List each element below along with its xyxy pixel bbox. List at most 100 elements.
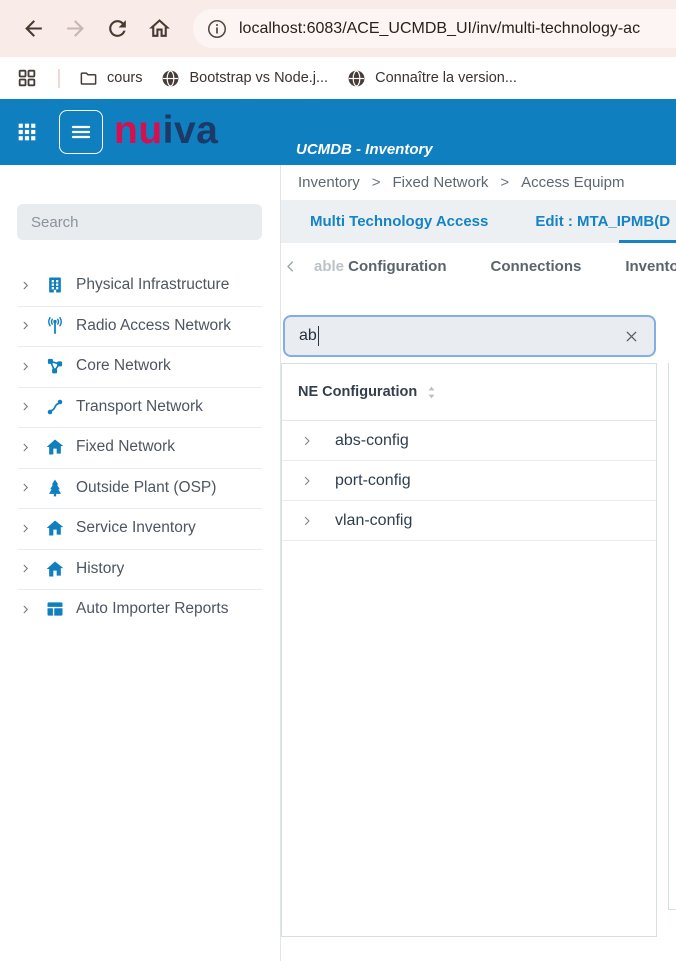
sidebar-item-physical-infrastructure[interactable]: Physical Infrastructure: [0, 265, 280, 306]
sidebar-menu: Physical Infrastructure Radio Access Net…: [0, 265, 280, 630]
row-label: abs-config: [335, 432, 409, 450]
sidebar-item-label: Core Network: [76, 357, 171, 375]
tab-multi-technology-access[interactable]: Multi Technology Access: [310, 213, 488, 230]
chevron-right-icon[interactable]: [301, 515, 313, 527]
chevron-left-icon[interactable]: [283, 259, 298, 274]
hamburger-icon: [69, 120, 93, 144]
breadcrumb-separator: >: [372, 174, 381, 191]
sidebar-item-radio-access-network[interactable]: Radio Access Network: [0, 306, 280, 347]
bookmark-folder-cours[interactable]: cours: [79, 69, 142, 88]
bookmarks-divider: [58, 69, 60, 88]
building-icon: [45, 275, 65, 295]
chevron-right-icon: [20, 523, 31, 534]
app-launcher-icon[interactable]: [17, 122, 37, 142]
ne-configuration-table: NE Configuration abs-config port-config …: [281, 363, 657, 937]
sidebar-item-label: Service Inventory: [76, 519, 196, 537]
reload-icon[interactable]: [105, 16, 130, 41]
subtab-inventory[interactable]: Inventory: [625, 258, 676, 275]
nuiva-logo: nuiva: [114, 99, 218, 165]
clear-icon[interactable]: [623, 328, 640, 345]
route-icon: [45, 397, 65, 417]
sidebar-item-auto-importer-reports[interactable]: Auto Importer Reports: [0, 589, 280, 630]
sidebar-item-history[interactable]: History: [0, 549, 280, 590]
home-nav-icon[interactable]: [147, 16, 172, 41]
sidebar-search-input[interactable]: [17, 204, 262, 240]
antenna-icon: [45, 316, 65, 336]
globe-icon: [161, 69, 180, 88]
sidebar-item-label: Radio Access Network: [76, 317, 231, 335]
column-header[interactable]: NE Configuration: [298, 384, 417, 400]
sidebar-item-service-inventory[interactable]: Service Inventory: [0, 508, 280, 549]
subtab-faded-part: able: [314, 258, 344, 275]
chevron-right-icon: [20, 320, 31, 331]
pine-tree-icon: [45, 478, 65, 498]
text-caret: [318, 326, 320, 346]
home-icon: [45, 559, 65, 579]
breadcrumb: Inventory > Fixed Network > Access Equip…: [281, 165, 676, 200]
sidebar: Physical Infrastructure Radio Access Net…: [0, 165, 281, 961]
filter-input[interactable]: ab: [283, 315, 656, 357]
bookmark-label: Bootstrap vs Node.j...: [189, 70, 328, 86]
browser-toolbar: localhost:6083/ACE_UCMDB_UI/inv/multi-te…: [0, 0, 676, 57]
hamburger-menu-button[interactable]: [59, 110, 103, 154]
subtab-configuration[interactable]: able Configuration: [314, 258, 447, 275]
sidebar-item-label: Fixed Network: [76, 438, 175, 456]
address-bar[interactable]: localhost:6083/ACE_UCMDB_UI/inv/multi-te…: [193, 9, 676, 48]
breadcrumb-fixed-network[interactable]: Fixed Network: [392, 174, 488, 191]
breadcrumb-separator: >: [500, 174, 509, 191]
chevron-right-icon[interactable]: [301, 475, 313, 487]
sidebar-item-label: Physical Infrastructure: [76, 276, 229, 294]
main-content: Inventory > Fixed Network > Access Equip…: [281, 165, 676, 961]
globe-icon: [347, 69, 366, 88]
screen: localhost:6083/ACE_UCMDB_UI/inv/multi-te…: [0, 0, 676, 961]
chevron-right-icon: [20, 361, 31, 372]
logo-part-2: iva: [163, 109, 219, 152]
sidebar-item-outside-plant[interactable]: Outside Plant (OSP): [0, 468, 280, 509]
sidebar-item-transport-network[interactable]: Transport Network: [0, 387, 280, 428]
subtab-connections[interactable]: Connections: [491, 258, 582, 275]
folder-icon: [79, 69, 98, 88]
tab-edit-mta-ipmb[interactable]: Edit : MTA_IPMB(D: [535, 213, 670, 230]
sort-icon[interactable]: [425, 385, 438, 400]
sidebar-item-label: Transport Network: [76, 398, 203, 416]
subtab-label: Configuration: [344, 258, 446, 275]
module-title: UCMDB - Inventory: [296, 141, 433, 158]
logo-part-1: nu: [114, 109, 163, 152]
bookmark-label: cours: [107, 70, 142, 86]
table-header-row: NE Configuration: [282, 364, 656, 421]
chevron-right-icon: [20, 604, 31, 615]
sidebar-item-label: Auto Importer Reports: [76, 600, 228, 618]
sidebar-item-fixed-network[interactable]: Fixed Network: [0, 427, 280, 468]
chevron-right-icon[interactable]: [301, 435, 313, 447]
bookmark-bootstrap[interactable]: Bootstrap vs Node.j...: [161, 69, 328, 88]
network-nodes-icon: [45, 356, 65, 376]
bookmark-connaitre[interactable]: Connaître la version...: [347, 69, 517, 88]
table-row[interactable]: vlan-config: [282, 501, 656, 541]
home-icon: [45, 518, 65, 538]
filter-value: ab: [299, 327, 317, 345]
sidebar-item-core-network[interactable]: Core Network: [0, 346, 280, 387]
chevron-right-icon: [20, 563, 31, 574]
apps-grid-icon[interactable]: [17, 68, 37, 88]
tab-bar: Multi Technology Access Edit : MTA_IPMB(…: [281, 200, 676, 243]
breadcrumb-access-equipment[interactable]: Access Equipm: [521, 174, 624, 191]
table-row[interactable]: abs-config: [282, 421, 656, 461]
bookmark-label: Connaître la version...: [375, 70, 517, 86]
breadcrumb-inventory[interactable]: Inventory: [298, 174, 360, 191]
forward-icon[interactable]: [63, 16, 88, 41]
sidebar-item-label: Outside Plant (OSP): [76, 479, 216, 497]
table-icon: [45, 599, 65, 619]
chevron-right-icon: [20, 442, 31, 453]
app-header: nuiva UCMDB - Inventory: [0, 99, 676, 165]
row-label: vlan-config: [335, 512, 412, 530]
chevron-right-icon: [20, 482, 31, 493]
sidebar-item-label: History: [76, 560, 124, 578]
subtab-bar: able Configuration Connections Inventory: [281, 243, 676, 290]
back-icon[interactable]: [21, 16, 46, 41]
site-info-icon[interactable]: [206, 18, 228, 40]
bookmarks-bar: cours Bootstrap vs Node.j... Connaître l…: [0, 57, 676, 99]
row-label: port-config: [335, 472, 411, 490]
adjacent-panel-edge: [668, 363, 676, 910]
url-text: localhost:6083/ACE_UCMDB_UI/inv/multi-te…: [239, 20, 640, 38]
table-row[interactable]: port-config: [282, 461, 656, 501]
